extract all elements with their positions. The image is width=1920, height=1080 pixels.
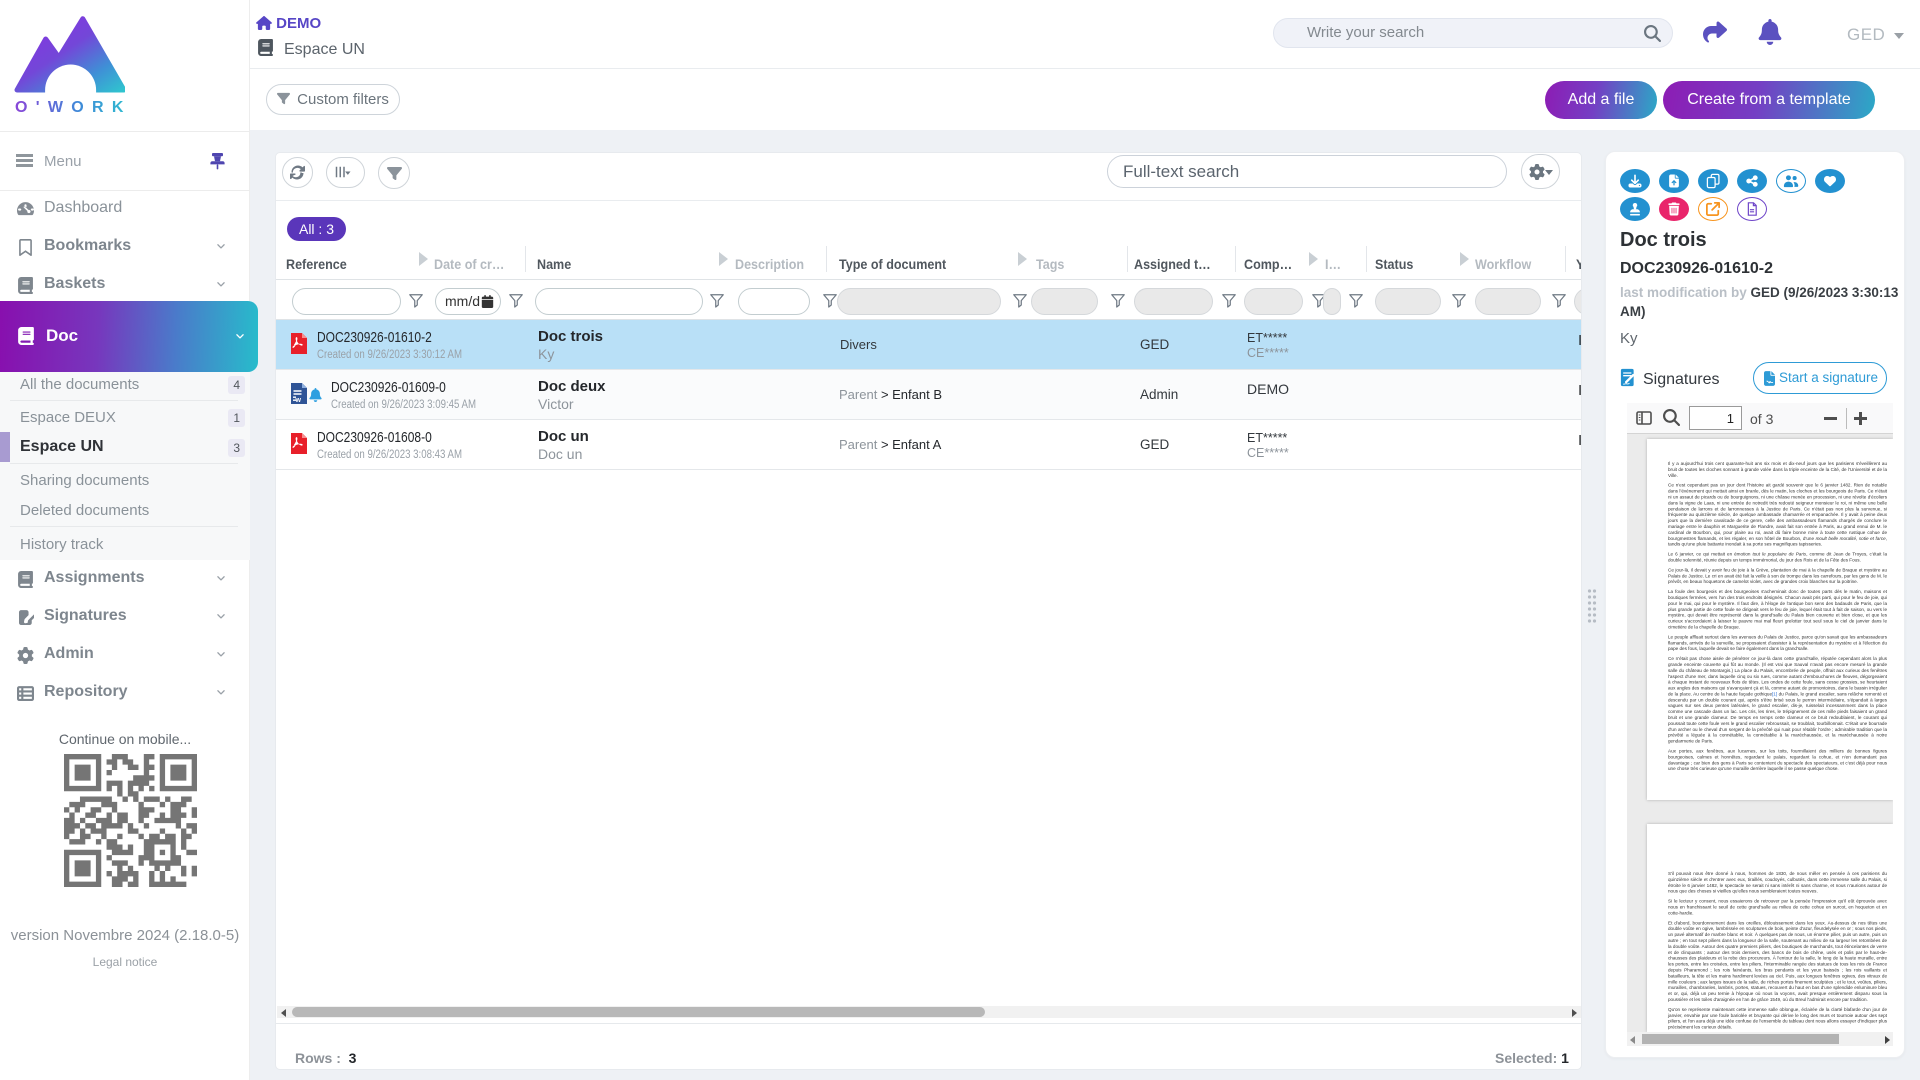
svg-text:O'WORK: O'WORK xyxy=(15,99,125,115)
